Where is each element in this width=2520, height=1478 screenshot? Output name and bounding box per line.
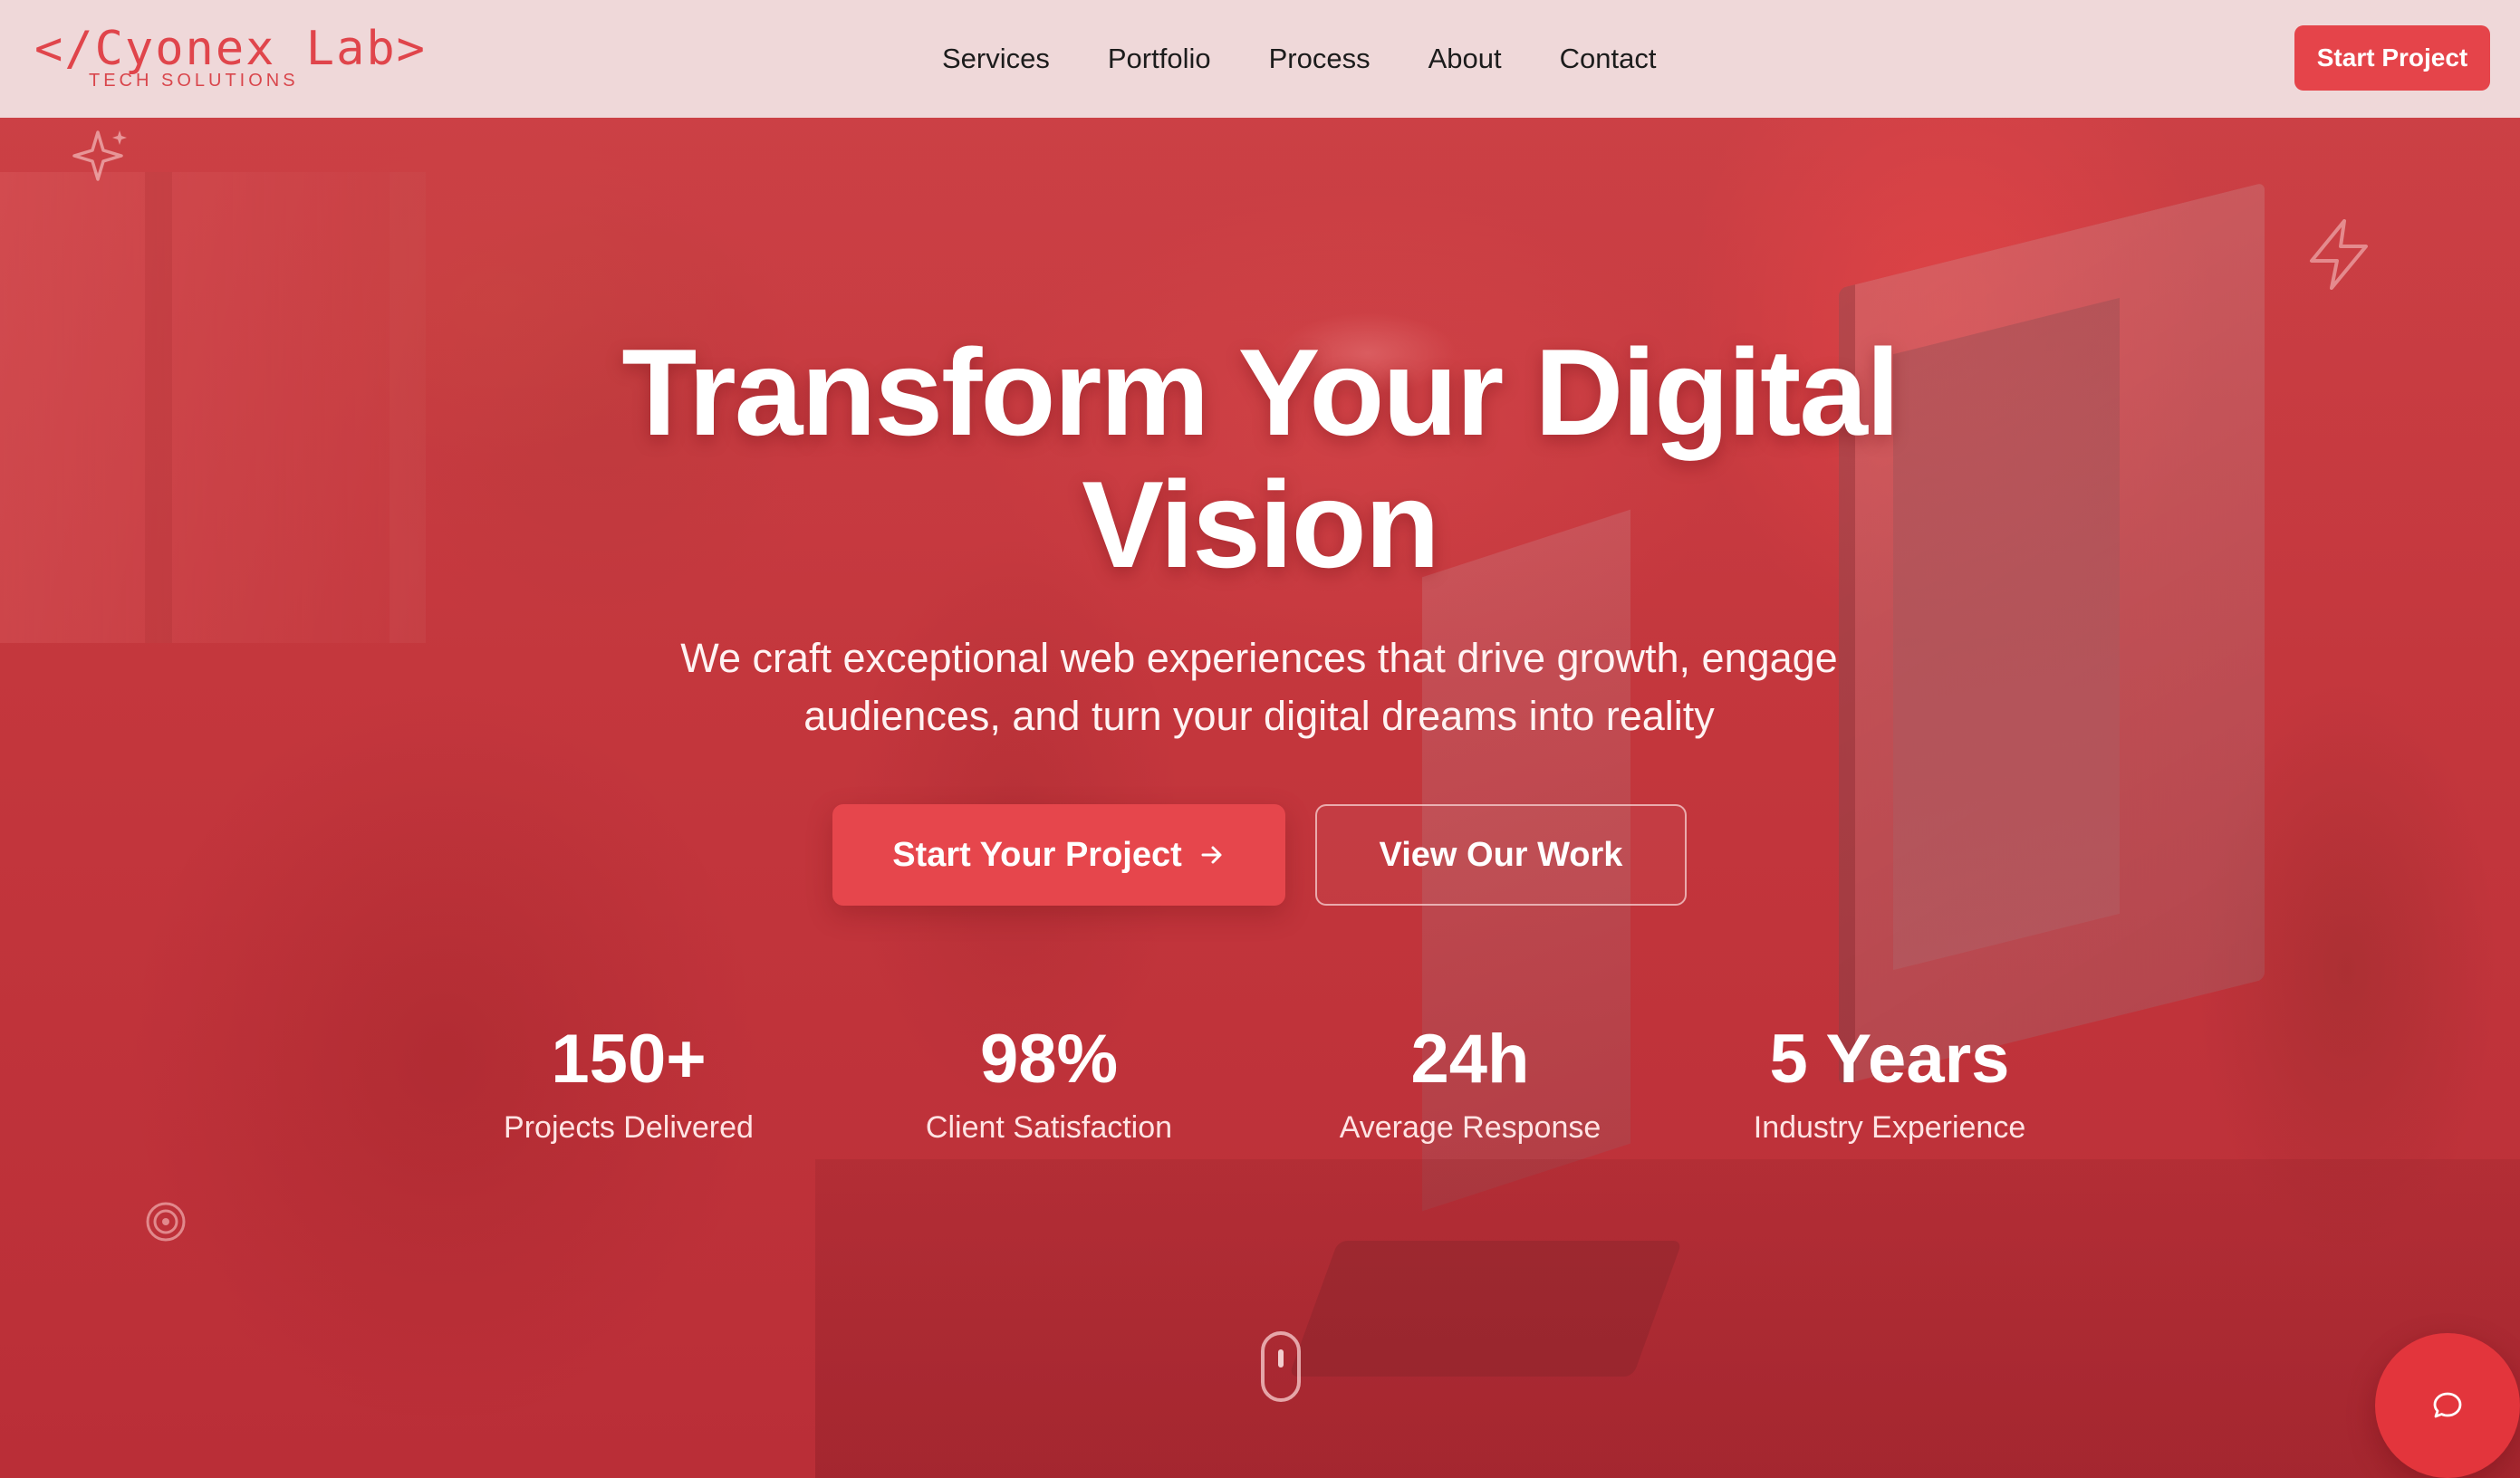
stat-label: Average Response [1339, 1110, 1601, 1145]
landing-page: </Cyonex Lab> TECH SOLUTIONS Services Po… [0, 0, 2520, 1478]
nav-link-process[interactable]: Process [1269, 43, 1371, 75]
main-navigation: Services Portfolio Process About Contact [942, 0, 1714, 118]
stat-average-response: 24h Average Response [1280, 1014, 1660, 1150]
start-project-button[interactable]: Start Project [2294, 25, 2490, 91]
nav-link-portfolio[interactable]: Portfolio [1108, 43, 1211, 75]
scroll-mouse-icon[interactable] [1261, 1331, 1301, 1402]
stat-value: 24h [1410, 1021, 1530, 1098]
target-icon [146, 1202, 186, 1242]
lightning-icon [2310, 219, 2368, 290]
chat-bubble-icon [2433, 1392, 2462, 1418]
logo-tagline: TECH SOLUTIONS [89, 71, 299, 91]
nav-link-about[interactable]: About [1428, 43, 1502, 75]
hero-headline: Transform Your Digital Vision [0, 326, 2520, 590]
nav-link-contact[interactable]: Contact [1560, 43, 1657, 75]
stat-value: 5 Years [1769, 1021, 2010, 1098]
stat-client-satisfaction: 98% Client Satisfaction [859, 1014, 1239, 1150]
brand-logo[interactable]: </Cyonex Lab> TECH SOLUTIONS [34, 16, 425, 98]
start-your-project-button[interactable]: Start Your Project [832, 804, 1285, 906]
hero-section [0, 118, 2520, 1478]
stat-projects-delivered: 150+ Projects Delivered [438, 1014, 819, 1150]
hero-red-overlay [0, 118, 2520, 1478]
arrow-right-icon [1201, 846, 1222, 864]
hero-headline-line-1: Transform Your Digital [621, 323, 1900, 461]
stat-label: Projects Delivered [504, 1110, 754, 1145]
start-your-project-label: Start Your Project [892, 835, 1182, 874]
stats-row: 150+ Projects Delivered 98% Client Satis… [0, 1014, 2520, 1159]
hero-headline-line-2: Vision [1082, 456, 1440, 593]
nav-link-services[interactable]: Services [942, 43, 1050, 75]
stat-value: 98% [979, 1021, 1119, 1098]
stat-label: Client Satisfaction [925, 1110, 1173, 1145]
sparkle-icon [72, 130, 127, 181]
stat-label: Industry Experience [1753, 1110, 2026, 1145]
top-navbar: </Cyonex Lab> TECH SOLUTIONS Services Po… [0, 0, 2520, 118]
stat-value: 150+ [551, 1021, 707, 1098]
view-our-work-button[interactable]: View Our Work [1315, 804, 1687, 906]
hero-subheadline: We craft exceptional web experiences tha… [680, 635, 1838, 739]
chat-button[interactable] [2375, 1333, 2520, 1478]
stat-industry-experience: 5 Years Industry Experience [1699, 1014, 2080, 1150]
